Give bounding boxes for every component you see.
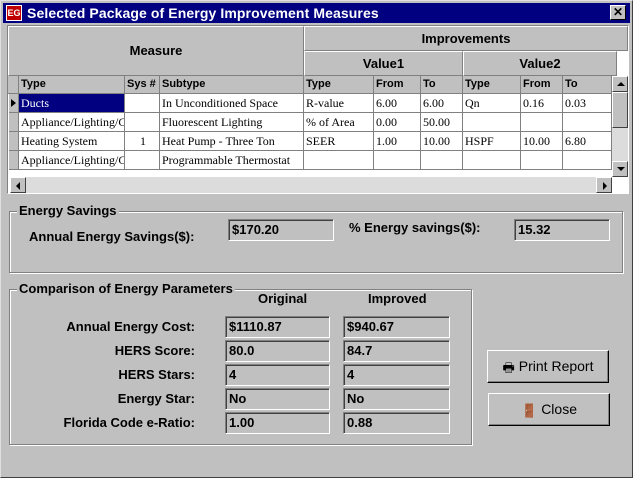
annual-savings-label: Annual Energy Savings($): — [29, 229, 195, 244]
grid-cell-value1-type[interactable]: % of Area — [304, 113, 374, 132]
original-value: No — [225, 388, 330, 410]
scroll-left-button[interactable] — [10, 177, 26, 193]
app-icon: EG — [6, 5, 22, 21]
grid-cell-type[interactable]: Ducts — [19, 94, 125, 113]
comparison-label: Florida Code e-Ratio: — [63, 415, 195, 430]
col-value1-to-header[interactable]: To — [421, 76, 463, 94]
row-indicator[interactable] — [9, 94, 19, 113]
grid-cell-value1-from[interactable]: 0.00 — [374, 113, 421, 132]
improved-value: 0.88 — [343, 412, 450, 434]
door-exit-icon: 🚪 — [521, 402, 538, 418]
improved-value: $940.67 — [343, 316, 450, 338]
col-value2-to-header[interactable]: To — [563, 76, 612, 94]
original-value: $1110.87 — [225, 316, 330, 338]
grid-cell-value1-type[interactable] — [304, 151, 374, 170]
close-window-button[interactable]: ✕ — [610, 5, 626, 20]
scroll-down-button[interactable] — [612, 161, 628, 177]
grid-cell-subtype[interactable]: Programmable Thermostat — [160, 151, 304, 170]
grid-cell-value2-to[interactable]: 0.03 — [563, 94, 612, 113]
value2-group-header: Value2 — [463, 51, 617, 76]
grid-cell-value2-to[interactable] — [563, 151, 612, 170]
original-value: 1.00 — [225, 412, 330, 434]
grid-cell-value2-from[interactable]: 10.00 — [521, 132, 563, 151]
percent-savings-label: % Energy savings($): — [349, 220, 481, 235]
grid-cell-value2-type[interactable]: Qn — [463, 94, 521, 113]
grid-cell-value1-from[interactable] — [374, 151, 421, 170]
improvements-group-header: Improvements — [304, 26, 628, 51]
grid-cell-sys-num[interactable] — [125, 151, 160, 170]
grid-cell-sys-num[interactable] — [125, 113, 160, 132]
scroll-up-button[interactable] — [612, 76, 628, 92]
grid-cell-value2-type[interactable] — [463, 151, 521, 170]
grid-cell-value1-type[interactable]: SEER — [304, 132, 374, 151]
grid-cell-value1-from[interactable]: 1.00 — [374, 132, 421, 151]
printer-icon: 🖶 — [502, 359, 515, 375]
grid-cell-subtype[interactable]: In Unconditioned Space — [160, 94, 304, 113]
grid-cell-subtype[interactable]: Heat Pump - Three Ton — [160, 132, 304, 151]
col-value1-from-header[interactable]: From — [374, 76, 421, 94]
improved-column-header: Improved — [368, 291, 427, 306]
horizontal-scrollbar[interactable] — [10, 177, 612, 193]
grid-cell-value2-from[interactable]: 0.16 — [521, 94, 563, 113]
col-type-header[interactable]: Type — [19, 76, 125, 94]
row-indicator[interactable] — [9, 113, 19, 132]
print-report-button[interactable]: 🖶 Print Report — [487, 350, 609, 383]
col-subtype-header[interactable]: Subtype — [160, 76, 304, 94]
grid-cell-type[interactable]: Appliance/Lighting/Co — [19, 113, 125, 132]
vertical-scrollbar[interactable] — [612, 76, 628, 177]
improved-value: 4 — [343, 364, 450, 386]
original-value: 80.0 — [225, 340, 330, 362]
measures-grid[interactable]: Measure Improvements Value1 Value2 Type S… — [7, 25, 629, 194]
comparison-title: Comparison of Energy Parameters — [17, 281, 235, 296]
original-column-header: Original — [258, 291, 308, 306]
grid-cell-value1-to[interactable]: 6.00 — [421, 94, 463, 113]
title-bar[interactable]: EG Selected Package of Energy Improvemen… — [3, 3, 630, 23]
grid-cell-sys-num[interactable] — [125, 94, 160, 113]
improved-value: No — [343, 388, 450, 410]
row-indicator-header — [8, 76, 19, 94]
grid-cell-value2-to[interactable]: 6.80 — [563, 132, 612, 151]
grid-cell-value1-type[interactable]: R-value — [304, 94, 374, 113]
row-indicator[interactable] — [9, 132, 19, 151]
col-sys-num-header[interactable]: Sys # — [125, 76, 160, 94]
grid-cell-type[interactable]: Appliance/Lighting/Co — [19, 151, 125, 170]
grid-cell-type[interactable]: Heating System — [19, 132, 125, 151]
col-value2-type-header[interactable]: Type — [463, 76, 521, 94]
window-title: Selected Package of Energy Improvement M… — [27, 5, 379, 21]
grid-cell-sys-num[interactable]: 1 — [125, 132, 160, 151]
comparison-label: HERS Stars: — [118, 367, 195, 382]
dialog-window: EG Selected Package of Energy Improvemen… — [0, 0, 633, 478]
grid-cell-value2-from[interactable] — [521, 151, 563, 170]
comparison-label: Annual Energy Cost: — [66, 319, 195, 334]
grid-cell-value2-type[interactable]: HSPF — [463, 132, 521, 151]
energy-savings-title: Energy Savings — [17, 203, 119, 218]
vertical-scroll-thumb[interactable] — [612, 92, 628, 128]
col-value2-from-header[interactable]: From — [521, 76, 563, 94]
grid-cell-subtype[interactable]: Fluorescent Lighting — [160, 113, 304, 132]
annual-savings-value: $170.20 — [228, 219, 334, 241]
grid-cell-value1-to[interactable]: 50.00 — [421, 113, 463, 132]
measure-group-header: Measure — [8, 26, 304, 76]
comparison-label: HERS Score: — [114, 343, 195, 358]
percent-savings-value: 15.32 — [514, 219, 610, 241]
grid-cell-value1-from[interactable]: 6.00 — [374, 94, 421, 113]
col-value1-type-header[interactable]: Type — [304, 76, 374, 94]
grid-cell-value2-to[interactable] — [563, 113, 612, 132]
value1-group-header: Value1 — [304, 51, 463, 76]
scroll-right-button[interactable] — [596, 177, 612, 193]
close-button[interactable]: 🚪 Close — [488, 393, 610, 426]
current-row-arrow-icon — [11, 99, 16, 107]
grid-cell-value1-to[interactable] — [421, 151, 463, 170]
improved-value: 84.7 — [343, 340, 450, 362]
grid-cell-value1-to[interactable]: 10.00 — [421, 132, 463, 151]
comparison-label: Energy Star: — [117, 391, 195, 406]
print-report-label: Print Report — [518, 358, 594, 374]
row-indicator[interactable] — [9, 151, 19, 170]
grid-cell-value2-type[interactable] — [463, 113, 521, 132]
original-value: 4 — [225, 364, 330, 386]
close-label: Close — [541, 401, 577, 417]
grid-cell-value2-from[interactable] — [521, 113, 563, 132]
